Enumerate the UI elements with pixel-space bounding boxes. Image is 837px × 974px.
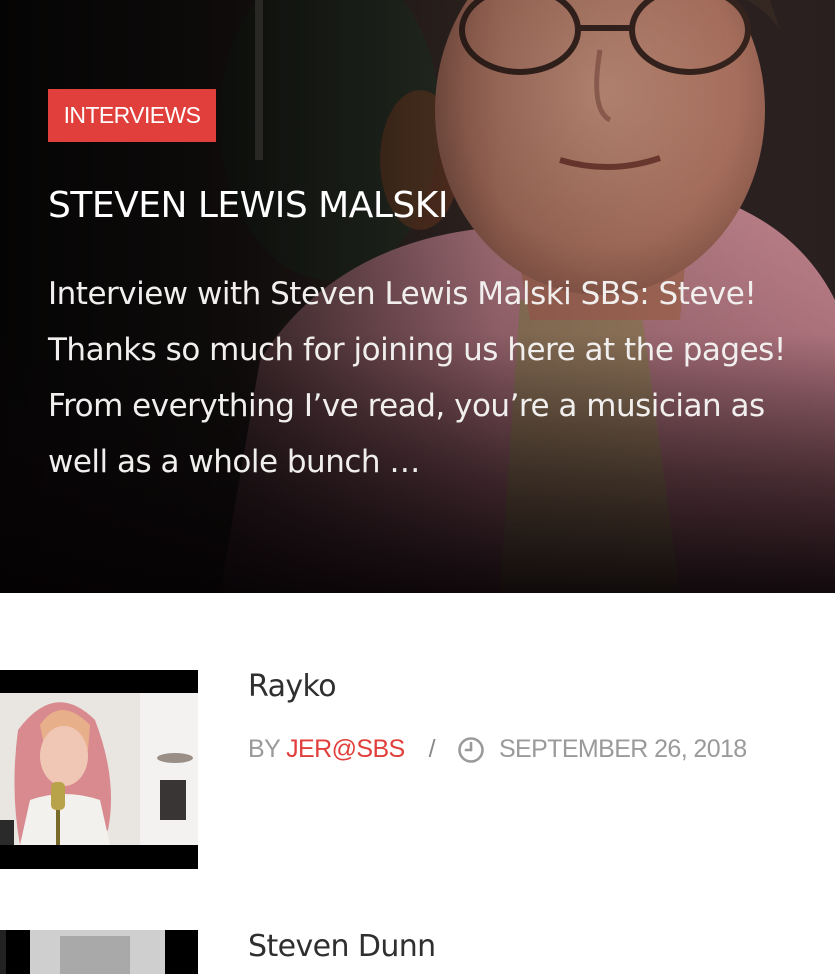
photo-thumbnail-icon [0, 930, 198, 974]
post-title[interactable]: Rayko [248, 669, 337, 704]
post-title[interactable]: Steven Dunn [248, 929, 436, 964]
featured-title[interactable]: STEVEN LEWIS MALSKI [48, 181, 448, 231]
author-link[interactable]: JER@SBS [286, 735, 405, 764]
post-date: SEPTEMBER 26, 2018 [498, 735, 747, 763]
clock-icon [458, 736, 484, 763]
featured-excerpt: Interview with Steven Lewis Malski SBS: … [48, 276, 786, 480]
meta-separator: / [428, 735, 436, 763]
post-thumbnail[interactable] [0, 930, 198, 974]
video-still-thumbnail-icon [0, 670, 198, 869]
post-meta: BY JER@SBS / SEPTEMBER 26, 2018 [248, 735, 747, 764]
featured-post[interactable]: INTERVIEWS STEVEN LEWIS MALSKI Interview… [0, 0, 835, 593]
category-badge[interactable]: INTERVIEWS [48, 89, 216, 142]
by-label: BY [248, 735, 281, 763]
post-thumbnail[interactable] [0, 670, 198, 869]
